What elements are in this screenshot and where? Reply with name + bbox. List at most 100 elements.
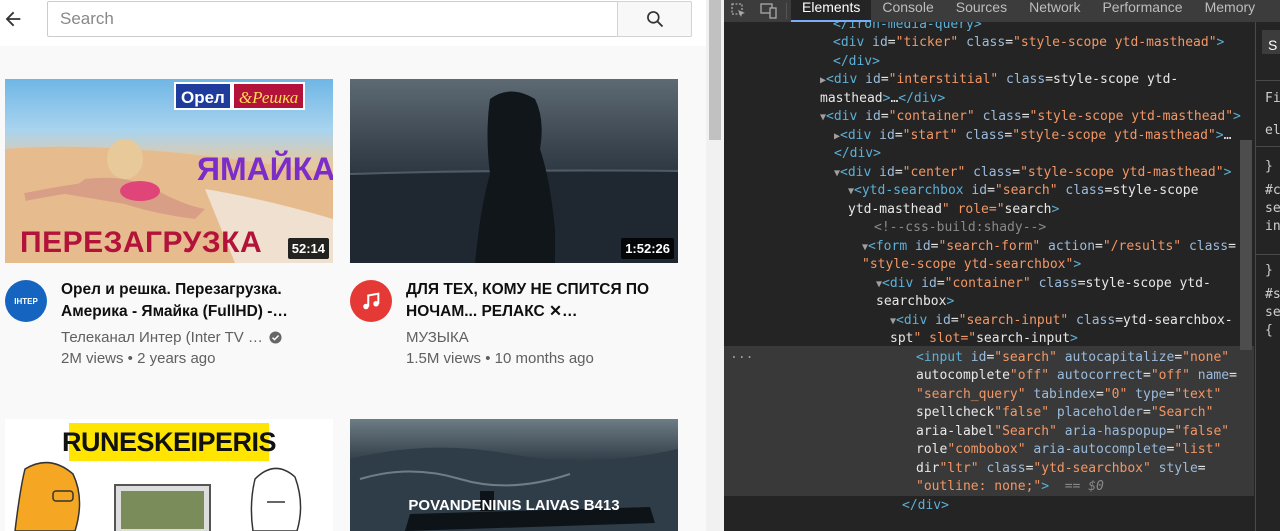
styles-divider bbox=[1256, 146, 1280, 147]
tab-network[interactable]: Network bbox=[1018, 0, 1091, 22]
dom-node-line[interactable]: spt" slot="search-input> bbox=[890, 330, 1078, 349]
video-card[interactable]: RUNESKEIPERIS bbox=[5, 419, 333, 531]
node-actions-dots[interactable]: ... bbox=[730, 346, 753, 365]
video-card[interactable]: 1:52:26 ДЛЯ ТЕХ, КОМУ НЕ СПИТСЯ ПО НОЧАМ… bbox=[350, 79, 678, 379]
search-input[interactable] bbox=[47, 1, 618, 37]
view-count: 2M views bbox=[61, 350, 124, 367]
dom-scrollbar[interactable] bbox=[1240, 140, 1252, 350]
styles-rule-fragment: { bbox=[1265, 323, 1273, 338]
dom-node-line[interactable]: ▶<div id="interstitial" class=style-scop… bbox=[820, 71, 1178, 91]
logo-part-b: &Решка bbox=[231, 82, 306, 110]
styles-tab[interactable]: S bbox=[1262, 30, 1280, 54]
video-thumbnail[interactable]: 1:52:26 bbox=[350, 79, 678, 263]
dom-node-line[interactable]: ▼<div id="container" class="style-scope … bbox=[820, 108, 1241, 128]
logo-part-a: Орел bbox=[174, 82, 232, 110]
upload-age: 2 years ago bbox=[137, 350, 216, 367]
inspect-element-icon[interactable] bbox=[724, 0, 754, 22]
masthead bbox=[0, 0, 706, 46]
thumbnail-art bbox=[14, 461, 302, 531]
dom-node-line[interactable]: ▼<ytd-searchbox id="search" class=style-… bbox=[848, 182, 1198, 202]
dom-node-line[interactable]: <input id="search" autocapitalize="none" bbox=[916, 349, 1229, 368]
tab-console[interactable]: Console bbox=[871, 0, 944, 22]
tab-memory[interactable]: Memory bbox=[1194, 0, 1267, 22]
dom-node-line[interactable]: ▼<div id="search-input" class=ytd-search… bbox=[890, 312, 1233, 332]
dom-node-line[interactable]: ▼<div id="center" class="style-scope ytd… bbox=[834, 164, 1231, 184]
dom-node-line[interactable]: ytd-masthead" role="search> bbox=[848, 201, 1059, 220]
duration-badge: 52:14 bbox=[287, 238, 329, 259]
channel-avatar[interactable]: ІНТЕР bbox=[5, 280, 47, 322]
styles-rule-fragment: } bbox=[1265, 263, 1273, 278]
thumb-text: POVANDENINIS LAIVAS B413 bbox=[408, 497, 620, 514]
video-meta: 2M views • 2 years ago bbox=[61, 350, 216, 367]
video-card[interactable]: Орел &Решка ЯМАЙКА ПЕРЕЗАГРУЗКА 52:14 ІН… bbox=[5, 79, 333, 379]
video-thumbnail[interactable]: Орел &Решка ЯМАЙКА ПЕРЕЗАГРУЗКА 52:14 bbox=[5, 79, 333, 263]
search-button[interactable] bbox=[617, 1, 692, 37]
duration-badge: 1:52:26 bbox=[621, 238, 674, 259]
styles-tab-label: S bbox=[1268, 37, 1278, 53]
video-thumbnail[interactable]: POVANDENINIS LAIVAS B413 bbox=[350, 419, 678, 531]
avatar-text: ІНТЕР bbox=[14, 296, 38, 306]
dom-node-line[interactable]: <div id="ticker" class="style-scope ytd-… bbox=[833, 34, 1224, 53]
dom-node-line[interactable]: searchbox> bbox=[876, 293, 954, 312]
back-arrow-icon[interactable] bbox=[0, 6, 26, 32]
channel-name-row: Телеканал Интер (Inter TV … bbox=[61, 329, 282, 346]
search-icon bbox=[646, 11, 663, 28]
dom-node-line[interactable]: ▼<form id="search-form" action="/results… bbox=[862, 238, 1236, 258]
dom-node-line[interactable]: </div> bbox=[833, 53, 880, 72]
video-title[interactable]: Орел и решка. Перезагрузка. Америка - Ям… bbox=[61, 279, 327, 323]
dom-node-line[interactable]: role"combobox" aria-autocomplete="list" bbox=[916, 441, 1221, 460]
show-logo: Орел &Решка bbox=[174, 82, 328, 110]
youtube-page: Орел &Решка ЯМАЙКА ПЕРЕЗАГРУЗКА 52:14 ІН… bbox=[0, 0, 706, 531]
page-scrollbar[interactable] bbox=[706, 0, 724, 531]
styles-divider bbox=[1256, 80, 1280, 81]
dom-node-line[interactable]: spellcheck"false" placeholder="Search" bbox=[916, 404, 1213, 423]
dom-node-line[interactable]: ▶<div id="start" class="style-scope ytd-… bbox=[834, 127, 1231, 147]
styles-rule-fragment: Filt bbox=[1265, 91, 1280, 106]
tab-divider bbox=[786, 3, 787, 19]
styles-rule-fragment: sea bbox=[1265, 201, 1280, 216]
verified-check-icon bbox=[269, 331, 282, 344]
view-count: 1.5M views bbox=[406, 350, 482, 367]
dom-node-line[interactable]: aria-label"Search" aria-haspopup="false" bbox=[916, 423, 1229, 442]
channel-name[interactable]: Телеканал Интер (Inter TV … bbox=[61, 329, 263, 346]
thumbnail-art bbox=[350, 447, 678, 531]
upload-age: 10 months ago bbox=[494, 350, 594, 367]
tab-performance[interactable]: Performance bbox=[1091, 0, 1193, 22]
thumb-word: ЯМАЙКА bbox=[197, 151, 333, 187]
dom-node-line[interactable]: "style-scope ytd-searchbox"> bbox=[862, 256, 1081, 275]
dom-node-line[interactable]: "outline: none;"> == $0 bbox=[916, 478, 1104, 497]
dom-tree[interactable]: ... </iron-media-query> <div id="ticker" … bbox=[724, 22, 1254, 531]
tab-sources[interactable]: Sources bbox=[945, 0, 1018, 22]
dom-node-line[interactable]: </div> bbox=[834, 145, 881, 164]
dom-node-line[interactable]: autocomplete"off" autocorrect="off" name… bbox=[916, 367, 1237, 386]
tab-elements[interactable]: Elements bbox=[791, 0, 872, 22]
dom-node-line[interactable]: masthead>…</div> bbox=[820, 90, 945, 109]
styles-rule-fragment: ele bbox=[1265, 123, 1280, 138]
thumb-caption: ПЕРЕЗАГРУЗКА bbox=[20, 226, 263, 259]
dom-node-line[interactable]: "search_query" tabindex="0" type="text" bbox=[916, 386, 1221, 405]
dom-node-line[interactable]: dir"ltr" class="ytd-searchbox" style= bbox=[916, 460, 1206, 479]
scrollbar-thumb[interactable] bbox=[709, 0, 721, 140]
devtools-tabbar: Elements Console Sources Network Perform… bbox=[724, 0, 1280, 22]
dom-node-line[interactable]: <!--css-build:shady--> bbox=[874, 219, 1046, 238]
dom-node-line[interactable]: ▼<div id="container" class=style-scope y… bbox=[876, 275, 1211, 295]
styles-rule-fragment: inp bbox=[1265, 219, 1280, 234]
channel-name[interactable]: МУЗЫКА bbox=[406, 329, 469, 346]
music-note-icon bbox=[363, 292, 380, 310]
styles-rule-fragment: #se bbox=[1265, 287, 1280, 302]
dom-node-line[interactable]: </div> bbox=[902, 497, 949, 516]
video-card[interactable]: POVANDENINIS LAIVAS B413 bbox=[350, 419, 678, 531]
styles-pane[interactable]: S Filt ele} #co sea inp} #se sea { bbox=[1255, 22, 1280, 531]
channel-name-row: МУЗЫКА bbox=[406, 329, 469, 346]
styles-rule-fragment: } bbox=[1265, 159, 1273, 174]
styles-divider bbox=[1256, 254, 1280, 255]
devtools-panel: Elements Console Sources Network Perform… bbox=[724, 0, 1280, 531]
channel-avatar[interactable] bbox=[350, 280, 392, 322]
thumbnail-art bbox=[350, 91, 678, 263]
device-toolbar-icon[interactable] bbox=[754, 0, 784, 22]
dom-node-line[interactable]: </iron-media-query> bbox=[833, 22, 982, 35]
video-title[interactable]: ДЛЯ ТЕХ, КОМУ НЕ СПИТСЯ ПО НОЧАМ... РЕЛА… bbox=[406, 279, 672, 323]
styles-rule-fragment: #co bbox=[1265, 183, 1280, 198]
video-meta: 1.5M views • 10 months ago bbox=[406, 350, 594, 367]
video-thumbnail[interactable]: RUNESKEIPERIS bbox=[5, 419, 333, 531]
